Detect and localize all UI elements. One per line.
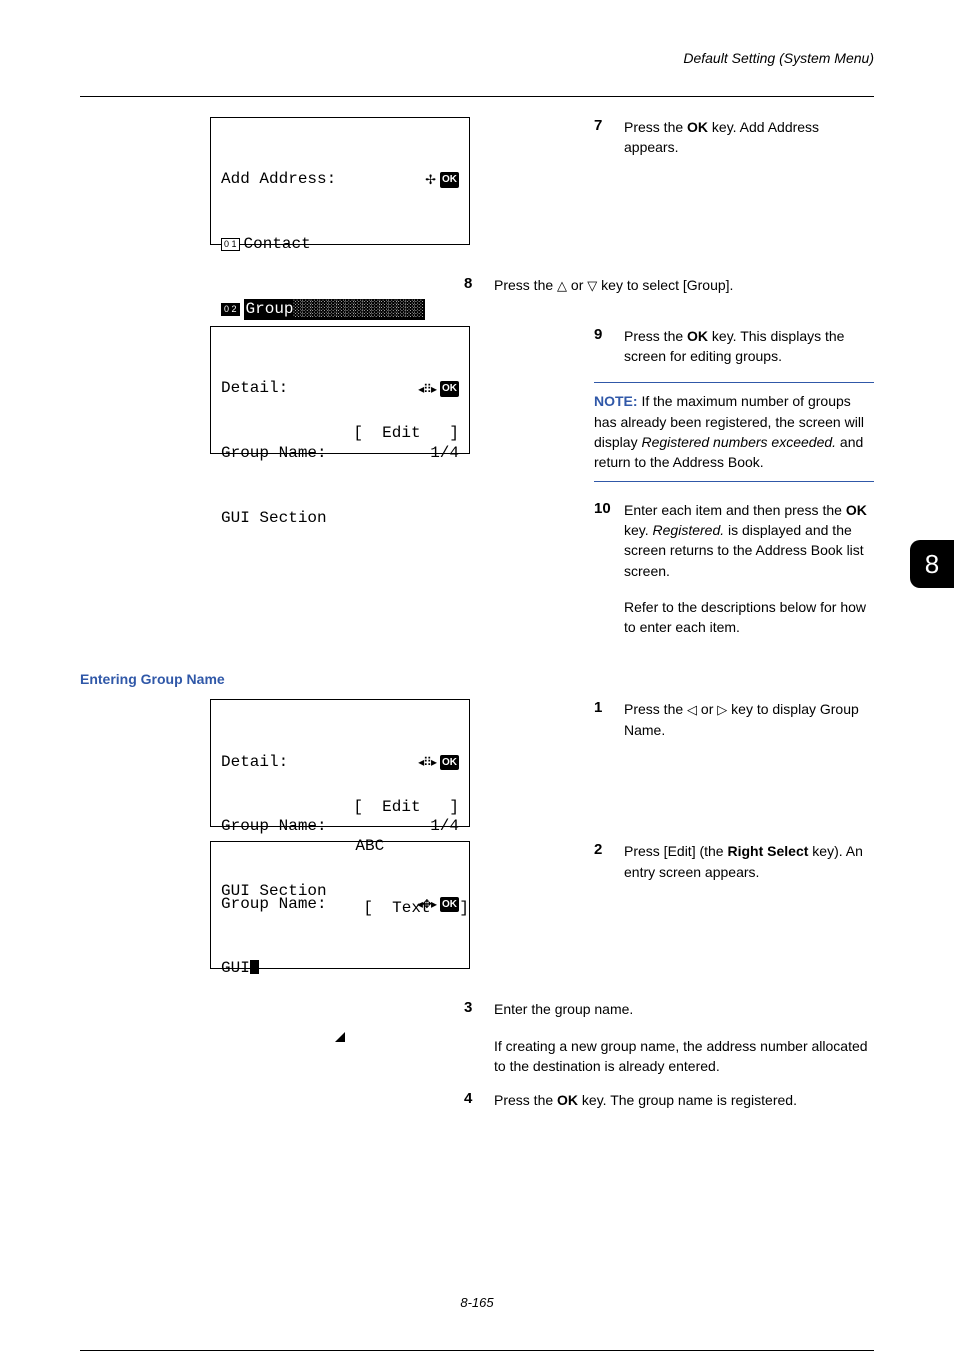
step-10-text: Enter each item and then press the OK ke… <box>624 500 874 581</box>
lcd1-title: Add Address: <box>221 169 336 191</box>
step-1-text: Press the ◁ or ▷ key to display Group Na… <box>624 699 874 740</box>
lcd2-line2a: Group Name: <box>221 443 327 465</box>
cursor-icon <box>250 960 259 974</box>
step-4-text: Press the OK key. The group name is regi… <box>494 1090 874 1110</box>
step-8-text: Press the △ or ▽ key to select [Group]. <box>494 275 874 296</box>
page-number: 8-165 <box>0 1295 954 1310</box>
up-triangle-icon: △ <box>557 278 567 293</box>
step-3-p2: If creating a new group name, the addres… <box>494 1036 874 1077</box>
nav-ok-icon: ◂⠿▸OK <box>418 381 459 397</box>
step-7-text: Press the OK key. Add Address appears. <box>624 117 874 158</box>
step-number: 2 <box>594 841 624 858</box>
lcd1-item2-selected: 0 2Group░░░░░░░░░░░░░░░ <box>221 299 459 321</box>
step-number: 1 <box>594 699 624 716</box>
step-number: 4 <box>464 1090 494 1107</box>
nav-ok-icon: ◂⠿▸OK <box>418 754 459 770</box>
note-box: NOTE: If the maximum number of groups ha… <box>594 382 874 481</box>
heading-group-name: Entering Group Name <box>80 671 874 687</box>
chapter-tab: 8 <box>910 540 954 588</box>
right-triangle-icon: ▷ <box>717 702 727 717</box>
lcd1-item1: 0 1Contact <box>221 234 459 256</box>
lcd2-edit-button: [ Edit ] <box>353 423 459 445</box>
step-2-text: Press [Edit] (the Right Select key). An … <box>624 841 874 882</box>
step-3-text: Enter the group name. <box>494 999 874 1019</box>
lcd-add-address: Add Address: ✢OK 0 1Contact 0 2Group░░░░… <box>210 117 470 245</box>
lcd-detail-1: Detail: ◂⠿▸OK Group Name: 1/4 GUI Sectio… <box>210 326 470 454</box>
lcd3-title: Detail: <box>221 752 288 774</box>
lcd2-line3: GUI Section <box>221 508 459 530</box>
lcd4-bottom: ABC [ Text ] <box>211 794 469 960</box>
signal-icon <box>221 1027 459 1049</box>
step-number: 8 <box>464 275 494 292</box>
header-rule <box>80 96 874 97</box>
note-label: NOTE: <box>594 393 638 409</box>
step-9-text: Press the OK key. This displays the scre… <box>624 326 874 367</box>
down-triangle-icon: ▽ <box>587 278 597 293</box>
nav-ok-icon: ✢OK <box>425 171 459 189</box>
step-10-p2: Refer to the descriptions below for how … <box>624 597 874 638</box>
page-header: Default Setting (System Menu) <box>80 50 874 66</box>
lcd4-value: GUI <box>221 958 459 980</box>
step-number: 7 <box>594 117 624 134</box>
lcd2-title: Detail: <box>221 378 288 400</box>
step-number: 9 <box>594 326 624 343</box>
left-triangle-icon: ◁ <box>687 702 697 717</box>
step-number: 3 <box>464 999 494 1016</box>
lcd-group-name-entry: Group Name: ◂✥▸OK GUI ABC [ Text ] <box>210 841 470 969</box>
lcd2-line2b: 1/4 <box>430 443 459 465</box>
step-number: 10 <box>594 500 624 517</box>
